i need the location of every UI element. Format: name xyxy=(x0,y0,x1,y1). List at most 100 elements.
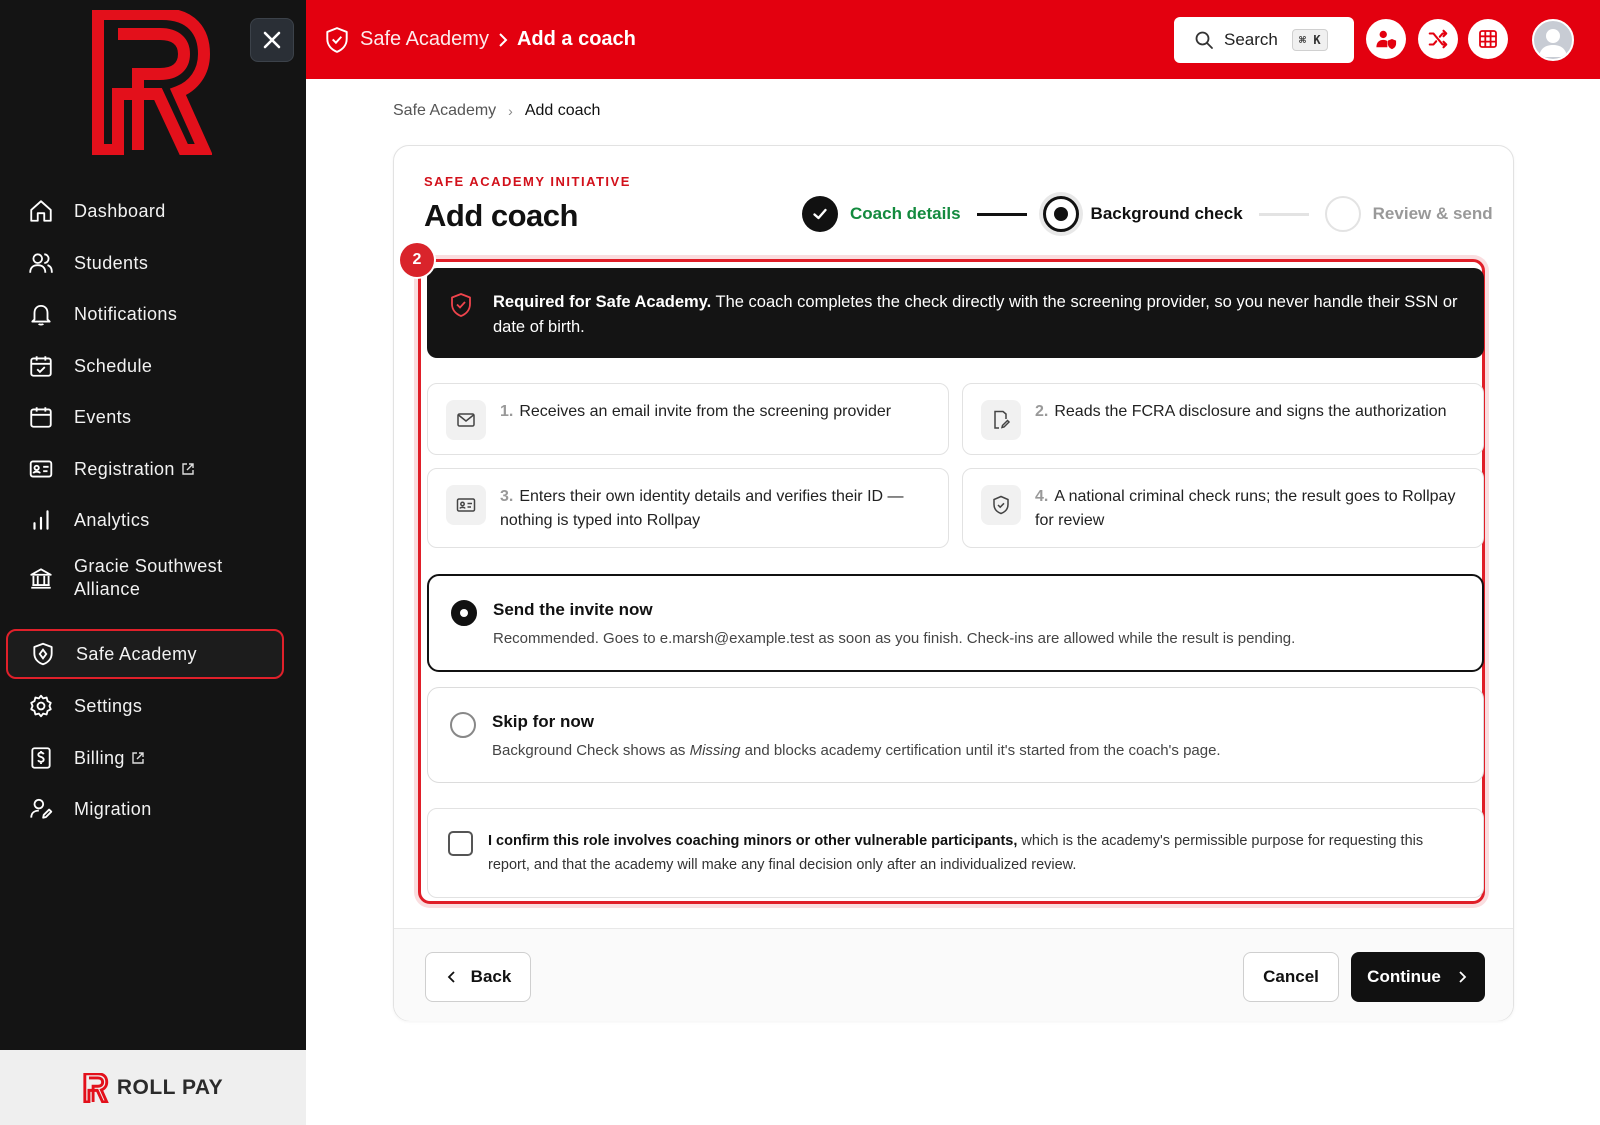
search-button[interactable]: Search ⌘ K xyxy=(1174,17,1354,63)
process-step-number: 2. xyxy=(1035,403,1049,420)
process-step-number: 1. xyxy=(500,403,514,420)
user-avatar[interactable] xyxy=(1532,19,1574,61)
sidebar-item-settings[interactable]: Settings xyxy=(6,681,284,731)
step-label-review-send: Review & send xyxy=(1372,204,1493,223)
chevron-right-icon xyxy=(499,32,508,47)
bell-icon xyxy=(31,304,51,326)
user-shield-button[interactable] xyxy=(1366,19,1406,59)
option-title: Skip for now xyxy=(492,712,594,731)
stepper: Coach details Background check Review & … xyxy=(802,194,1493,234)
process-step-3: 3. Enters their own identity details and … xyxy=(427,468,949,548)
id-card-icon xyxy=(456,498,476,512)
sidebar-item-safe-academy[interactable]: Safe Academy xyxy=(6,629,284,679)
confirm-text: I confirm this role involves coaching mi… xyxy=(488,833,1424,873)
cancel-button[interactable]: Cancel xyxy=(1243,952,1339,1002)
permissible-purpose-confirm: I confirm this role involves coaching mi… xyxy=(427,808,1484,898)
id-card-icon xyxy=(29,460,53,478)
notice-bold: Required for Safe Academy. xyxy=(493,293,712,311)
topbar-crumb-parent[interactable]: Safe Academy xyxy=(360,28,489,51)
user-shield-icon xyxy=(1376,30,1397,50)
card-eyebrow: SAFE ACADEMY INITIATIVE xyxy=(424,174,631,189)
gear-icon xyxy=(30,694,52,718)
required-notice: Required for Safe Academy. The coach com… xyxy=(427,268,1484,358)
sidebar-item-label: Safe Academy xyxy=(76,643,197,664)
sidebar-item-registration[interactable]: Registration xyxy=(6,444,284,494)
confirm-checkbox[interactable] xyxy=(448,831,473,856)
process-step-number: 3. xyxy=(500,488,514,505)
process-step-4: 4. A national criminal check runs; the re… xyxy=(962,468,1484,548)
user-avatar-icon xyxy=(1539,29,1567,57)
process-step-1: 1. Receives an email invite from the scre… xyxy=(427,383,949,455)
top-bar: Safe Academy Add a coach Search ⌘ K xyxy=(306,0,1600,79)
cancel-button-label: Cancel xyxy=(1263,967,1319,986)
step-number-badge: 2 xyxy=(400,243,434,277)
option-description: Background Check shows as Missing and bl… xyxy=(492,742,1221,759)
sidebar-item-billing[interactable]: Billing xyxy=(6,733,284,783)
shuffle-button[interactable] xyxy=(1418,19,1458,59)
sidebar-item-dashboard[interactable]: Dashboard xyxy=(6,186,284,236)
user-edit-icon xyxy=(30,798,53,819)
sidebar-item-label: Gracie Southwest Alliance xyxy=(74,556,223,599)
option-title: Send the invite now xyxy=(493,600,653,619)
sign-document-icon xyxy=(994,410,1011,429)
close-sidebar-button[interactable] xyxy=(250,18,294,62)
grid-icon xyxy=(1479,30,1497,48)
shield-check-icon xyxy=(326,26,348,53)
sidebar-item-gracie-southwest-alliance[interactable]: Gracie Southwest Alliance xyxy=(6,549,284,607)
option-send-invite-now[interactable]: Send the invite now Recommended. Goes to… xyxy=(427,574,1484,672)
radio-send-invite-now[interactable] xyxy=(451,600,477,626)
step-label-coach-details[interactable]: Coach details xyxy=(850,204,961,224)
process-step-text: Reads the FCRA disclosure and signs the … xyxy=(1054,403,1447,420)
sidebar-item-notifications[interactable]: Notifications xyxy=(6,289,284,339)
home-icon xyxy=(30,200,52,222)
apps-grid-button[interactable] xyxy=(1468,19,1508,59)
search-icon xyxy=(1195,31,1213,49)
sidebar-item-students[interactable]: Students xyxy=(6,238,284,288)
continue-button[interactable]: Continue xyxy=(1351,952,1485,1002)
sidebar-item-label: Schedule xyxy=(74,355,153,376)
sidebar-item-label: Notifications xyxy=(74,303,178,324)
sidebar-item-label: Billing xyxy=(74,747,125,768)
add-coach-card: SAFE ACADEMY INITIATIVE Add coach Coach … xyxy=(393,145,1514,1021)
sidebar-footer: ROLL PAY xyxy=(0,1050,306,1125)
sidebar-item-label: Migration xyxy=(74,798,152,819)
search-shortcut: ⌘ K xyxy=(1291,29,1328,51)
bank-icon xyxy=(30,568,52,589)
topbar-crumb-current: Add a coach xyxy=(516,28,636,50)
page-title: Add coach xyxy=(424,198,578,233)
rollpay-logo-small xyxy=(83,1072,109,1103)
sidebar-item-migration[interactable]: Migration xyxy=(6,784,284,834)
process-step-text: Receives an email invite from the screen… xyxy=(519,403,892,420)
sidebar-item-label: Settings xyxy=(74,695,143,716)
sidebar-item-analytics[interactable]: Analytics xyxy=(6,495,284,545)
process-step-text: Enters their own identity details and ve… xyxy=(500,488,904,529)
option-skip-for-now[interactable]: Skip for now Background Check shows as M… xyxy=(427,687,1484,783)
search-label: Search xyxy=(1224,30,1278,49)
breadcrumb-parent[interactable]: Safe Academy xyxy=(393,102,496,120)
sidebar-item-label: Dashboard xyxy=(74,200,166,221)
brand-name: ROLL PAY xyxy=(116,1075,224,1099)
sidebar-item-label: Students xyxy=(74,252,149,273)
shield-icon xyxy=(33,642,53,666)
sidebar-item-schedule[interactable]: Schedule xyxy=(6,341,284,391)
process-step-number: 4. xyxy=(1035,488,1049,505)
sidebar-item-label: Events xyxy=(74,406,132,427)
step-label-background-check: Background check xyxy=(1090,204,1243,223)
sidebar-item-events[interactable]: Events xyxy=(6,392,284,442)
breadcrumb-current: Add coach xyxy=(524,102,601,119)
back-button-label: Back xyxy=(470,967,512,986)
external-link-icon xyxy=(182,463,194,475)
process-step-text: A national criminal check runs; the resu… xyxy=(1035,488,1456,529)
radio-skip-for-now[interactable] xyxy=(450,712,476,738)
chevron-right-icon xyxy=(1459,971,1467,983)
dollar-icon xyxy=(31,747,51,769)
close-icon xyxy=(263,31,281,49)
shield-check-icon xyxy=(451,293,471,317)
breadcrumb: Safe Academy › Add coach xyxy=(393,102,600,120)
users-icon xyxy=(29,253,53,273)
back-button[interactable]: Back xyxy=(425,952,531,1002)
step-connector xyxy=(976,212,1027,216)
option-description: Recommended. Goes to e.marsh@example.tes… xyxy=(493,630,1296,647)
continue-button-label: Continue xyxy=(1367,967,1441,986)
calendar-check-icon xyxy=(30,356,52,377)
